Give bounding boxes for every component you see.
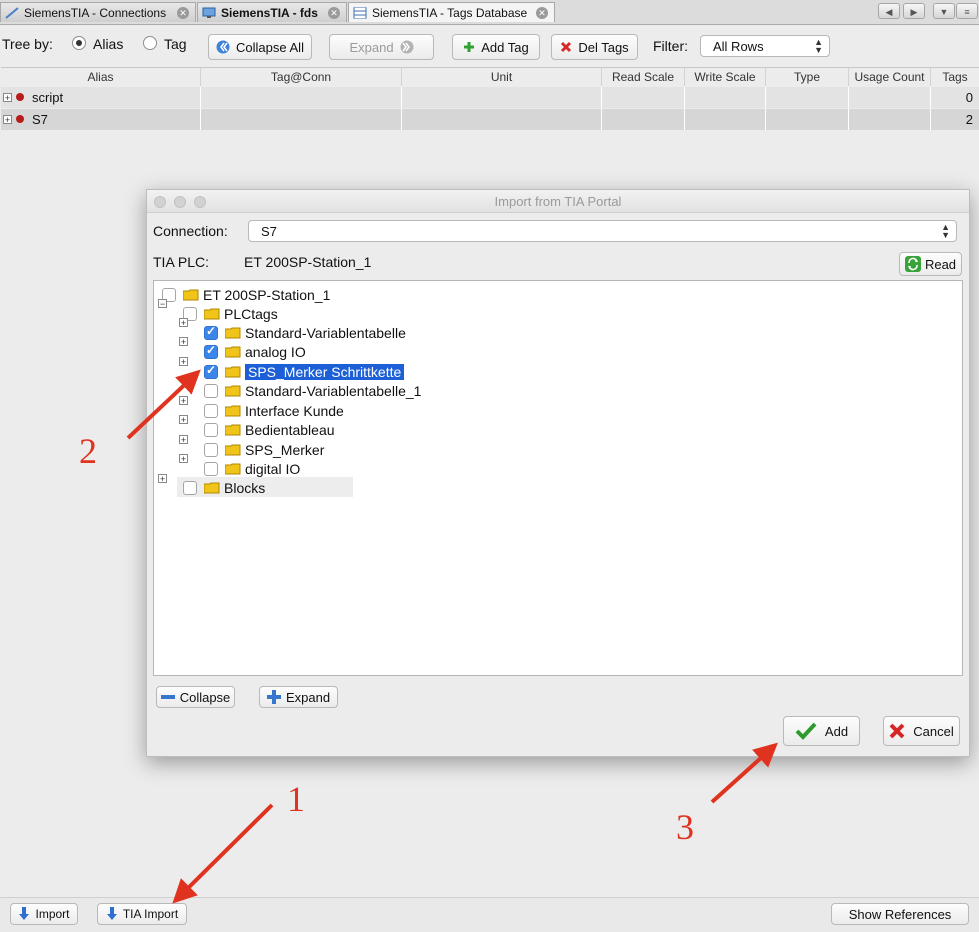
annotation-number-1: 1 [287, 779, 305, 819]
annotation-number-3: 3 [676, 807, 694, 847]
arrow-3-icon [710, 742, 778, 804]
arrow-1-icon [172, 803, 274, 904]
arrow-2-icon [126, 369, 201, 440]
annotation-number-2: 2 [79, 431, 97, 471]
annotation-arrows [126, 369, 778, 904]
